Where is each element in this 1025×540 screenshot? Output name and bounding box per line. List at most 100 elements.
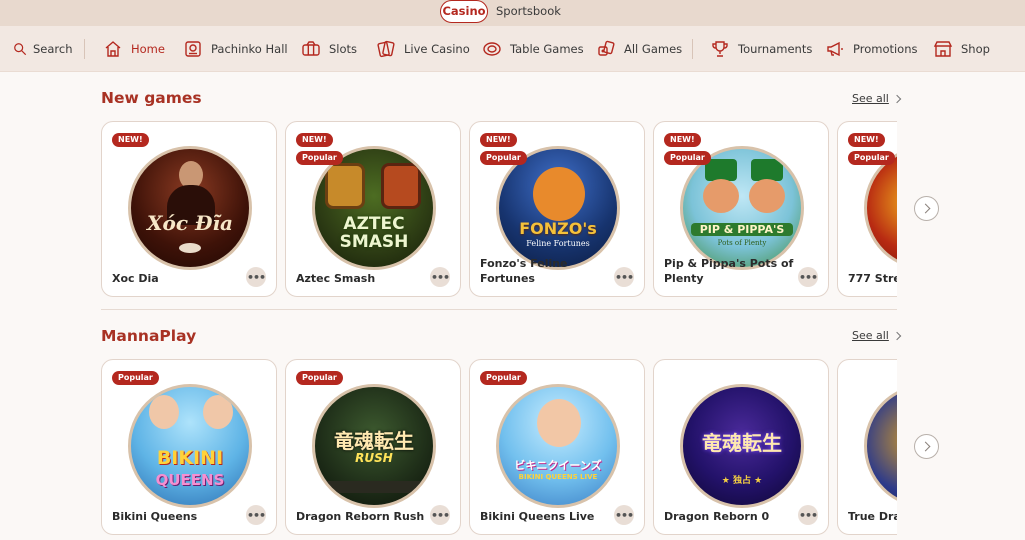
- totem-left: [325, 163, 365, 209]
- hat-right: [751, 159, 783, 181]
- nav-table-games[interactable]: Table Games: [482, 26, 584, 72]
- game-card-aztec-smash[interactable]: AZTEC SMASH NEW! Popular Aztec Smash •••: [285, 121, 461, 297]
- more-options-button[interactable]: •••: [614, 505, 634, 525]
- nav-table-games-label: Table Games: [510, 42, 584, 56]
- hat-left: [705, 159, 737, 181]
- section-divider: [101, 309, 897, 310]
- more-options-button[interactable]: •••: [614, 267, 634, 287]
- character-right: [203, 395, 233, 429]
- badge-popular: Popular: [112, 371, 159, 385]
- more-icon: •••: [798, 270, 818, 284]
- game-thumbnail: 竜魂転生 ★ 独占 ★: [680, 384, 804, 508]
- game-logo-text: 竜魂転生: [334, 429, 414, 453]
- mannaplay-carousel: BIKINI QUEENS Popular Bikini Queens ••• …: [101, 359, 897, 537]
- game-card-xoc-dia[interactable]: Xóc Đĩa NEW! Xoc Dia •••: [101, 121, 277, 297]
- game-title: True Dragon: [848, 510, 897, 523]
- nav-search-label: Search: [33, 42, 73, 56]
- slot-strip: [325, 481, 425, 493]
- nav-live-casino-label: Live Casino: [404, 42, 470, 56]
- badge-popular: Popular: [848, 151, 895, 165]
- game-logo-subtext: BIKINI QUEENS LIVE: [518, 473, 598, 481]
- nav-slots[interactable]: Slots: [301, 26, 357, 72]
- game-logo-subtext: Feline Fortunes: [526, 239, 590, 248]
- cat-graphic: [533, 167, 585, 221]
- home-icon: [105, 41, 121, 57]
- game-title: 777 Streak: [848, 272, 897, 285]
- badge-new: NEW!: [480, 133, 517, 147]
- casino-tab[interactable]: Casino: [440, 0, 488, 23]
- game-logo-text: ビキニクイーンズ: [514, 459, 602, 472]
- game-logo-subtext: Pots of Plenty: [717, 239, 767, 247]
- nav-tournaments-label: Tournaments: [738, 42, 813, 56]
- more-options-button[interactable]: •••: [246, 267, 266, 287]
- nav-live-casino[interactable]: Live Casino: [376, 26, 470, 72]
- carousel-next-button[interactable]: [914, 196, 939, 221]
- game-card-dragon-reborn-0[interactable]: 竜魂転生 ★ 独占 ★ Dragon Reborn 0 •••: [653, 359, 829, 535]
- game-card-bikini-queens-live[interactable]: ビキニクイーンズ BIKINI QUEENS LIVE Popular Biki…: [469, 359, 645, 535]
- game-thumbnail: 竜魂転生 RUSH: [312, 384, 436, 508]
- nav-pachinko-hall[interactable]: Pachinko Hall: [183, 26, 288, 72]
- nav-slots-label: Slots: [329, 42, 358, 56]
- game-thumbnail: BIKINI QUEENS: [128, 384, 252, 508]
- nav-all-games[interactable]: All Games: [596, 26, 682, 72]
- see-all-label: See all: [852, 92, 889, 105]
- nav-shop[interactable]: Shop: [933, 26, 990, 72]
- game-card-777-streak[interactable]: NEW! Popular 777 Streak: [837, 121, 897, 297]
- nav-tournaments[interactable]: Tournaments: [710, 26, 812, 72]
- nav-all-games-label: All Games: [624, 42, 683, 56]
- game-title: Bikini Queens: [112, 510, 198, 523]
- game-logo-subtext: ★ 独占 ★: [721, 476, 763, 486]
- badge-new: NEW!: [848, 133, 885, 147]
- main-nav: Search Home Pachinko Hall Slots Live Cas…: [0, 26, 1025, 72]
- badge-new: NEW!: [296, 133, 333, 147]
- carousel-next-button[interactable]: [914, 434, 939, 459]
- nav-divider: [84, 39, 85, 59]
- more-icon: •••: [614, 270, 634, 284]
- more-options-button[interactable]: •••: [798, 267, 818, 287]
- playing-cards-icon: [377, 40, 395, 58]
- coin-graphic: [179, 243, 201, 253]
- chevron-right-icon: [920, 203, 930, 214]
- see-all-new-games-link[interactable]: See all: [852, 92, 902, 105]
- badge-new: NEW!: [112, 133, 149, 147]
- more-options-button[interactable]: •••: [798, 505, 818, 525]
- game-logo-text: BIKINI: [156, 447, 224, 469]
- badge-popular: Popular: [296, 151, 343, 165]
- more-icon: •••: [430, 508, 450, 522]
- more-options-button[interactable]: •••: [246, 505, 266, 525]
- more-options-button[interactable]: •••: [430, 505, 450, 525]
- more-icon: •••: [246, 270, 266, 284]
- game-logo-subtext: QUEENS: [155, 471, 225, 489]
- megaphone-icon: [827, 41, 843, 57]
- chevron-right-icon: [920, 441, 930, 452]
- game-card-true-dragon[interactable]: True Dragon: [837, 359, 897, 535]
- game-logo-text: Xóc Đĩa: [146, 211, 234, 235]
- new-games-carousel: Xóc Đĩa NEW! Xoc Dia ••• AZTEC SMASH NEW…: [101, 121, 897, 299]
- dice-cards-icon: [598, 40, 615, 56]
- nav-search[interactable]: Search: [13, 26, 73, 72]
- badge-popular: Popular: [664, 151, 711, 165]
- nav-pachinko-label: Pachinko Hall: [211, 42, 288, 56]
- slots-icon: [302, 41, 320, 56]
- badge-popular: Popular: [480, 151, 527, 165]
- sportsbook-tab[interactable]: Sportsbook: [496, 4, 561, 18]
- game-title: Dragon Reborn 0: [664, 510, 770, 523]
- badge-popular: Popular: [480, 371, 527, 385]
- see-all-mannaplay-link[interactable]: See all: [852, 329, 902, 342]
- nav-home[interactable]: Home: [103, 26, 165, 72]
- nav-promotions-label: Promotions: [853, 42, 918, 56]
- game-card-fonzos-feline-fortunes[interactable]: FONZO's Feline Fortunes NEW! Popular Fon…: [469, 121, 645, 297]
- game-card-dragon-reborn-rush[interactable]: 竜魂転生 RUSH Popular Dragon Reborn Rush •••: [285, 359, 461, 535]
- shop-icon: [933, 41, 953, 57]
- search-icon: [14, 43, 27, 56]
- game-title: Dragon Reborn Rush: [296, 510, 425, 523]
- nav-promotions[interactable]: Promotions: [825, 26, 918, 72]
- game-card-bikini-queens[interactable]: BIKINI QUEENS Popular Bikini Queens •••: [101, 359, 277, 535]
- game-title: Fonzo's Feline Fortunes: [480, 257, 568, 285]
- game-logo-text: FONZO's: [519, 219, 597, 238]
- badge-new: NEW!: [664, 133, 701, 147]
- game-logo-text: AZTEC SMASH: [339, 214, 409, 252]
- game-title: Bikini Queens Live: [480, 510, 595, 523]
- more-options-button[interactable]: •••: [430, 267, 450, 287]
- game-card-pip-pippas-pots-of-plenty[interactable]: PIP & PIPPA'S Pots of Plenty NEW! Popula…: [653, 121, 829, 297]
